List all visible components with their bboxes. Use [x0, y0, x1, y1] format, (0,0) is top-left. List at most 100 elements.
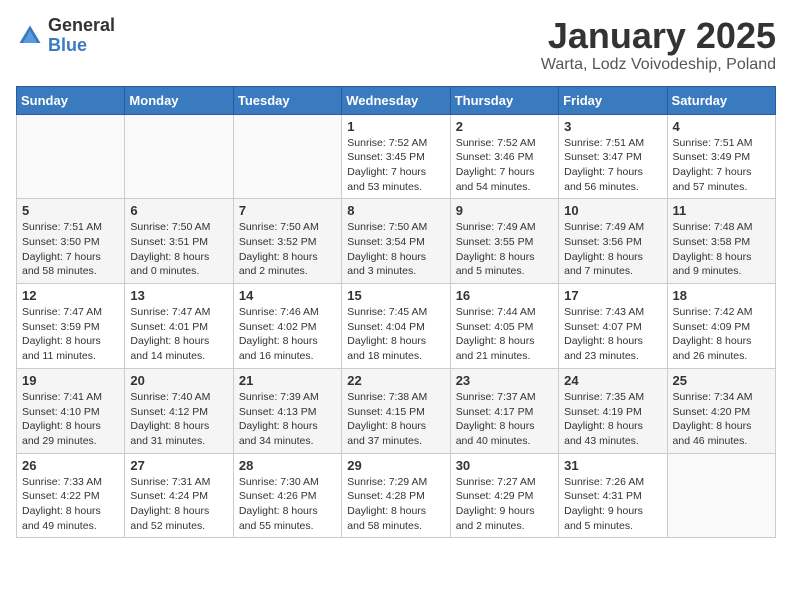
- calendar-cell: 1 Sunrise: 7:52 AM Sunset: 3:45 PM Daylig…: [342, 114, 450, 199]
- day-number: 29: [347, 458, 444, 473]
- calendar-cell: 6Sunrise: 7:50 AM Sunset: 3:51 PM Daylig…: [125, 199, 233, 284]
- calendar-cell: 28 Sunrise: 7:30 AM Sunset: 4:26 PM Dayli…: [233, 453, 341, 538]
- day-info: Sunrise: 7:45 AM Sunset: 4:04 PM Dayligh…: [347, 305, 444, 364]
- calendar-body: 1 Sunrise: 7:52 AM Sunset: 3:45 PM Daylig…: [17, 114, 776, 538]
- day-info: Sunrise: 7:43 AM Sunset: 4:07 PM Dayligh…: [564, 305, 661, 364]
- calendar-cell: 16Sunrise: 7:44 AM Sunset: 4:05 PM Dayli…: [450, 284, 558, 369]
- calendar-cell: 24Sunrise: 7:35 AM Sunset: 4:19 PM Dayli…: [559, 368, 667, 453]
- day-number: 24: [564, 373, 661, 388]
- day-number: 20: [130, 373, 227, 388]
- day-info: Sunrise: 7:49 AM Sunset: 3:55 PM Dayligh…: [456, 220, 553, 279]
- calendar-cell: 4 Sunrise: 7:51 AM Sunset: 3:49 PM Daylig…: [667, 114, 775, 199]
- day-number: 22: [347, 373, 444, 388]
- calendar-day-header: Thursday: [450, 86, 558, 114]
- header: General Blue January 2025 Warta, Lodz Vo…: [16, 16, 776, 74]
- day-info: Sunrise: 7:51 AM Sunset: 3:47 PM Dayligh…: [564, 136, 661, 195]
- calendar-day-header: Wednesday: [342, 86, 450, 114]
- calendar-week-row: 5Sunrise: 7:51 AM Sunset: 3:50 PM Daylig…: [17, 199, 776, 284]
- subtitle: Warta, Lodz Voivodeship, Poland: [541, 56, 776, 74]
- calendar-cell: [667, 453, 775, 538]
- day-info: Sunrise: 7:47 AM Sunset: 3:59 PM Dayligh…: [22, 305, 119, 364]
- day-number: 12: [22, 288, 119, 303]
- day-info: Sunrise: 7:47 AM Sunset: 4:01 PM Dayligh…: [130, 305, 227, 364]
- day-number: 13: [130, 288, 227, 303]
- calendar-cell: 30Sunrise: 7:27 AM Sunset: 4:29 PM Dayli…: [450, 453, 558, 538]
- day-number: 30: [456, 458, 553, 473]
- day-number: 3: [564, 119, 661, 134]
- day-info: Sunrise: 7:44 AM Sunset: 4:05 PM Dayligh…: [456, 305, 553, 364]
- day-number: 28: [239, 458, 336, 473]
- calendar-cell: [233, 114, 341, 199]
- day-info: Sunrise: 7:46 AM Sunset: 4:02 PM Dayligh…: [239, 305, 336, 364]
- day-number: 2: [456, 119, 553, 134]
- logo-icon: [16, 22, 44, 50]
- day-number: 23: [456, 373, 553, 388]
- calendar-cell: 13 Sunrise: 7:47 AM Sunset: 4:01 PM Dayli…: [125, 284, 233, 369]
- calendar-cell: 23Sunrise: 7:37 AM Sunset: 4:17 PM Dayli…: [450, 368, 558, 453]
- calendar-cell: 9 Sunrise: 7:49 AM Sunset: 3:55 PM Daylig…: [450, 199, 558, 284]
- day-info: Sunrise: 7:31 AM Sunset: 4:24 PM Dayligh…: [130, 475, 227, 534]
- day-info: Sunrise: 7:51 AM Sunset: 3:50 PM Dayligh…: [22, 220, 119, 279]
- day-info: Sunrise: 7:48 AM Sunset: 3:58 PM Dayligh…: [673, 220, 770, 279]
- logo: General Blue: [16, 16, 115, 56]
- day-number: 15: [347, 288, 444, 303]
- calendar-cell: 10Sunrise: 7:49 AM Sunset: 3:56 PM Dayli…: [559, 199, 667, 284]
- calendar-cell: 18 Sunrise: 7:42 AM Sunset: 4:09 PM Dayli…: [667, 284, 775, 369]
- calendar-cell: 26Sunrise: 7:33 AM Sunset: 4:22 PM Dayli…: [17, 453, 125, 538]
- calendar-cell: 2 Sunrise: 7:52 AM Sunset: 3:46 PM Daylig…: [450, 114, 558, 199]
- day-info: Sunrise: 7:39 AM Sunset: 4:13 PM Dayligh…: [239, 390, 336, 449]
- day-number: 9: [456, 203, 553, 218]
- main-title: January 2025: [541, 16, 776, 56]
- calendar-week-row: 26Sunrise: 7:33 AM Sunset: 4:22 PM Dayli…: [17, 453, 776, 538]
- calendar-day-header: Tuesday: [233, 86, 341, 114]
- day-number: 21: [239, 373, 336, 388]
- day-number: 27: [130, 458, 227, 473]
- calendar-cell: 27 Sunrise: 7:31 AM Sunset: 4:24 PM Dayli…: [125, 453, 233, 538]
- calendar-day-header: Saturday: [667, 86, 775, 114]
- calendar-cell: 14 Sunrise: 7:46 AM Sunset: 4:02 PM Dayli…: [233, 284, 341, 369]
- calendar-cell: 21 Sunrise: 7:39 AM Sunset: 4:13 PM Dayli…: [233, 368, 341, 453]
- calendar-day-header: Friday: [559, 86, 667, 114]
- day-number: 4: [673, 119, 770, 134]
- day-info: Sunrise: 7:50 AM Sunset: 3:54 PM Dayligh…: [347, 220, 444, 279]
- calendar-week-row: 19Sunrise: 7:41 AM Sunset: 4:10 PM Dayli…: [17, 368, 776, 453]
- day-info: Sunrise: 7:33 AM Sunset: 4:22 PM Dayligh…: [22, 475, 119, 534]
- logo-general: General: [48, 15, 115, 35]
- day-info: Sunrise: 7:30 AM Sunset: 4:26 PM Dayligh…: [239, 475, 336, 534]
- calendar-cell: [17, 114, 125, 199]
- day-number: 8: [347, 203, 444, 218]
- calendar-week-row: 1 Sunrise: 7:52 AM Sunset: 3:45 PM Daylig…: [17, 114, 776, 199]
- calendar-cell: 5Sunrise: 7:51 AM Sunset: 3:50 PM Daylig…: [17, 199, 125, 284]
- calendar-table: SundayMondayTuesdayWednesdayThursdayFrid…: [16, 86, 776, 539]
- day-number: 1: [347, 119, 444, 134]
- day-number: 17: [564, 288, 661, 303]
- day-info: Sunrise: 7:26 AM Sunset: 4:31 PM Dayligh…: [564, 475, 661, 534]
- calendar-week-row: 12 Sunrise: 7:47 AM Sunset: 3:59 PM Dayli…: [17, 284, 776, 369]
- calendar-day-header: Sunday: [17, 86, 125, 114]
- calendar-cell: 29Sunrise: 7:29 AM Sunset: 4:28 PM Dayli…: [342, 453, 450, 538]
- day-number: 11: [673, 203, 770, 218]
- calendar-cell: 22Sunrise: 7:38 AM Sunset: 4:15 PM Dayli…: [342, 368, 450, 453]
- calendar-cell: 3 Sunrise: 7:51 AM Sunset: 3:47 PM Daylig…: [559, 114, 667, 199]
- calendar-cell: [125, 114, 233, 199]
- calendar-cell: 25 Sunrise: 7:34 AM Sunset: 4:20 PM Dayli…: [667, 368, 775, 453]
- calendar-cell: 8 Sunrise: 7:50 AM Sunset: 3:54 PM Daylig…: [342, 199, 450, 284]
- logo-blue: Blue: [48, 35, 87, 55]
- day-info: Sunrise: 7:34 AM Sunset: 4:20 PM Dayligh…: [673, 390, 770, 449]
- calendar-cell: 15 Sunrise: 7:45 AM Sunset: 4:04 PM Dayli…: [342, 284, 450, 369]
- day-info: Sunrise: 7:42 AM Sunset: 4:09 PM Dayligh…: [673, 305, 770, 364]
- day-info: Sunrise: 7:51 AM Sunset: 3:49 PM Dayligh…: [673, 136, 770, 195]
- day-number: 10: [564, 203, 661, 218]
- day-info: Sunrise: 7:52 AM Sunset: 3:45 PM Dayligh…: [347, 136, 444, 195]
- day-number: 14: [239, 288, 336, 303]
- day-info: Sunrise: 7:40 AM Sunset: 4:12 PM Dayligh…: [130, 390, 227, 449]
- day-number: 18: [673, 288, 770, 303]
- day-number: 6: [130, 203, 227, 218]
- calendar-header-row: SundayMondayTuesdayWednesdayThursdayFrid…: [17, 86, 776, 114]
- day-info: Sunrise: 7:50 AM Sunset: 3:52 PM Dayligh…: [239, 220, 336, 279]
- calendar-cell: 19Sunrise: 7:41 AM Sunset: 4:10 PM Dayli…: [17, 368, 125, 453]
- calendar-cell: 12 Sunrise: 7:47 AM Sunset: 3:59 PM Dayli…: [17, 284, 125, 369]
- day-number: 7: [239, 203, 336, 218]
- day-number: 25: [673, 373, 770, 388]
- day-info: Sunrise: 7:52 AM Sunset: 3:46 PM Dayligh…: [456, 136, 553, 195]
